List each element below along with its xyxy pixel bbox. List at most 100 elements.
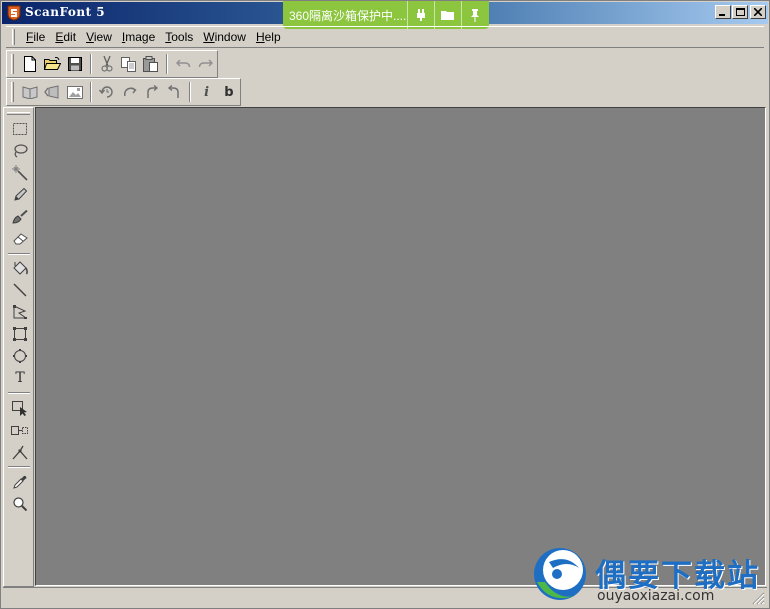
lasso-icon bbox=[14, 144, 28, 158]
new-document-icon bbox=[24, 56, 37, 72]
menu-tools[interactable]: Tools bbox=[160, 30, 198, 44]
fill-bucket-tool[interactable] bbox=[9, 258, 31, 278]
main-toolbar bbox=[6, 50, 218, 78]
zoom-tool[interactable] bbox=[9, 494, 31, 514]
menu-window[interactable]: Window bbox=[198, 30, 251, 44]
cut-icon bbox=[101, 56, 113, 72]
tool-palette-separator bbox=[8, 466, 30, 468]
toolbar-separator bbox=[90, 82, 92, 102]
sandbox-plugin-button[interactable] bbox=[407, 1, 434, 29]
minimize-button[interactable] bbox=[715, 5, 731, 19]
menu-view-mnemonic: V bbox=[86, 30, 94, 44]
polygon-icon bbox=[13, 305, 27, 319]
line-icon bbox=[13, 283, 27, 297]
image-toolbar: i b bbox=[6, 78, 241, 106]
ellipse-icon bbox=[13, 349, 27, 363]
menu-image[interactable]: Image bbox=[117, 30, 160, 44]
move-select-tool[interactable] bbox=[9, 398, 31, 418]
menu-edit[interactable]: Edit bbox=[50, 30, 81, 44]
toolbar-grip[interactable] bbox=[11, 54, 14, 74]
new-button[interactable] bbox=[19, 53, 41, 75]
close-button[interactable] bbox=[750, 5, 766, 19]
sandbox-pin-button[interactable] bbox=[461, 1, 488, 29]
flip-button[interactable] bbox=[163, 81, 185, 103]
watermark-logo-icon bbox=[534, 548, 586, 600]
polygon-tool[interactable] bbox=[9, 302, 31, 322]
text-tool[interactable]: T bbox=[9, 368, 31, 388]
menu-bar: File Edit View Image Tools Window Help bbox=[6, 26, 764, 48]
bold-icon: b bbox=[224, 84, 234, 100]
book-button[interactable] bbox=[19, 81, 41, 103]
menu-file-rest: ile bbox=[33, 30, 46, 44]
brush-icon bbox=[12, 210, 28, 224]
lasso-tool[interactable] bbox=[9, 141, 31, 161]
sandbox-folder-button[interactable] bbox=[434, 1, 461, 29]
node-edit-icon bbox=[12, 445, 28, 459]
rectangle-icon bbox=[13, 327, 27, 341]
rotate-ccw-button[interactable] bbox=[118, 81, 140, 103]
text-tool-icon: T bbox=[15, 370, 25, 386]
menu-view[interactable]: View bbox=[81, 30, 117, 44]
magic-wand-icon bbox=[12, 165, 28, 181]
undo-button[interactable] bbox=[172, 53, 194, 75]
menu-edit-rest: dit bbox=[63, 30, 77, 44]
flip-icon bbox=[168, 85, 179, 98]
menu-window-rest: indow bbox=[214, 30, 246, 44]
menu-help-rest: elp bbox=[264, 30, 281, 44]
eyedropper-tool[interactable] bbox=[9, 472, 31, 492]
maximize-button[interactable] bbox=[732, 5, 748, 19]
menu-help-mnemonic: H bbox=[255, 30, 265, 44]
mdi-workspace[interactable] bbox=[35, 107, 766, 586]
rotate-button[interactable] bbox=[96, 81, 118, 103]
sandbox-status-text: 360隔离沙箱保护中.... bbox=[289, 8, 407, 23]
italic-button[interactable]: i bbox=[195, 81, 217, 103]
brush-tool[interactable] bbox=[9, 207, 31, 227]
tool-palette-separator bbox=[8, 253, 30, 255]
eraser-tool[interactable] bbox=[9, 229, 31, 249]
book-icon bbox=[22, 86, 38, 99]
rect-select-tool[interactable] bbox=[9, 119, 31, 139]
transform-icon bbox=[11, 425, 28, 435]
eraser-icon bbox=[12, 233, 28, 245]
app-logo-icon[interactable] bbox=[6, 5, 22, 21]
toolbar-grip[interactable] bbox=[11, 82, 14, 102]
menu-help[interactable]: Help bbox=[251, 30, 286, 44]
menu-file[interactable]: File bbox=[21, 30, 50, 44]
ellipse-tool[interactable] bbox=[9, 346, 31, 366]
line-tool[interactable] bbox=[9, 280, 31, 300]
shear-button[interactable] bbox=[41, 81, 63, 103]
save-icon bbox=[67, 57, 82, 71]
pencil-tool[interactable] bbox=[9, 185, 31, 205]
bold-button[interactable]: b bbox=[218, 81, 240, 103]
toolbar-separator bbox=[166, 54, 169, 74]
magic-wand-tool[interactable] bbox=[9, 163, 31, 183]
rect-select-icon bbox=[13, 123, 27, 135]
rotate-icon bbox=[99, 86, 113, 98]
menu-bar-grip[interactable] bbox=[12, 29, 15, 45]
minimize-icon bbox=[719, 14, 725, 16]
save-button[interactable] bbox=[63, 53, 85, 75]
paste-button[interactable] bbox=[140, 53, 162, 75]
rotate-cw-button[interactable] bbox=[141, 81, 163, 103]
open-button[interactable] bbox=[41, 53, 63, 75]
tool-palette-separator bbox=[8, 392, 30, 394]
copy-button[interactable] bbox=[118, 53, 140, 75]
window-controls bbox=[714, 5, 766, 19]
pencil-icon bbox=[14, 188, 27, 201]
redo-button[interactable] bbox=[195, 53, 217, 75]
italic-icon: i bbox=[204, 84, 210, 100]
tool-palette-grip[interactable] bbox=[7, 112, 30, 115]
menu-image-rest: mage bbox=[125, 30, 156, 44]
rotate-ccw-icon bbox=[123, 87, 137, 97]
rectangle-tool[interactable] bbox=[9, 324, 31, 344]
close-icon bbox=[754, 8, 762, 16]
open-folder-icon bbox=[43, 57, 61, 70]
cut-button[interactable] bbox=[96, 53, 118, 75]
menu-window-mnemonic: W bbox=[203, 30, 215, 44]
image-button[interactable] bbox=[64, 81, 86, 103]
watermark: 偶要下载站 ouyaoxiazai.com bbox=[527, 544, 767, 608]
node-edit-tool[interactable] bbox=[9, 442, 31, 462]
transform-tool[interactable] bbox=[9, 420, 31, 440]
shear-icon bbox=[44, 85, 59, 99]
maximize-icon bbox=[735, 7, 745, 16]
